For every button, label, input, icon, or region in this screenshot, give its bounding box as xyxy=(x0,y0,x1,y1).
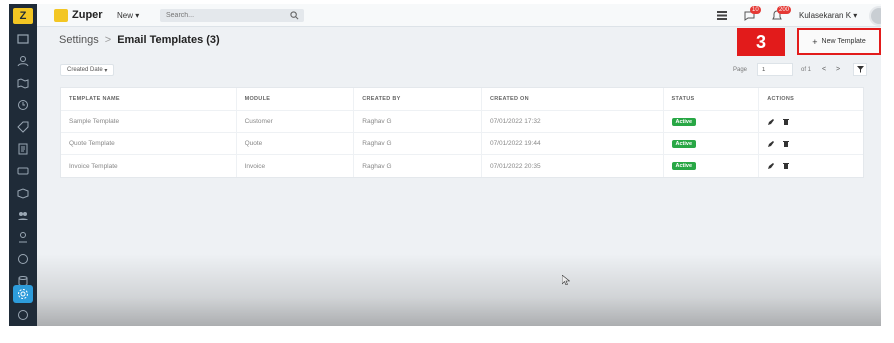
sidebar: Z xyxy=(9,4,37,326)
tag-icon[interactable] xyxy=(13,118,33,136)
module: Customer xyxy=(237,111,355,132)
breadcrumb-settings[interactable]: Settings xyxy=(59,34,99,46)
app-window: Z Zuper New ▾ 10 200 Kulasekara xyxy=(9,4,881,326)
templates-table: TEMPLATE NAME MODULE CREATED BY CREATED … xyxy=(60,87,864,178)
user-menu[interactable]: Kulasekaran K ▾ xyxy=(799,11,857,20)
brand-logo xyxy=(54,9,68,22)
new-menu-button[interactable]: New ▾ xyxy=(117,11,139,20)
search-input[interactable] xyxy=(166,10,276,21)
box-icon[interactable] xyxy=(13,184,33,202)
created-by: Raghav G xyxy=(354,111,482,132)
filter-button[interactable] xyxy=(853,63,867,76)
col-actions: ACTIONS xyxy=(767,96,795,102)
bell-notification[interactable]: 200 xyxy=(770,6,792,22)
edit-icon[interactable] xyxy=(767,118,775,126)
page-input[interactable] xyxy=(757,63,793,76)
list-view-icon[interactable] xyxy=(717,11,727,20)
avatar[interactable] xyxy=(869,6,881,26)
actions-cell xyxy=(759,133,863,154)
page-title: Email Templates (3) xyxy=(117,34,220,46)
col-status[interactable]: STATUS xyxy=(664,88,760,110)
created-on: 07/01/2022 19:44 xyxy=(482,133,664,154)
col-template-name[interactable]: TEMPLATE NAME xyxy=(61,88,237,110)
search-icon[interactable] xyxy=(290,11,299,20)
app-logo[interactable]: Z xyxy=(13,8,33,24)
created-date-filter[interactable]: Created Date ▾ xyxy=(60,64,115,76)
actions-cell xyxy=(759,111,863,132)
next-page-button[interactable]: > xyxy=(833,63,843,76)
col-module[interactable]: MODULE xyxy=(237,88,355,110)
delete-icon[interactable] xyxy=(782,140,790,148)
table-row[interactable]: Invoice Template Invoice Raghav G 07/01/… xyxy=(61,155,863,177)
customers-icon[interactable] xyxy=(13,52,33,70)
breadcrumb-separator: > xyxy=(104,34,112,46)
edit-icon[interactable] xyxy=(767,140,775,148)
status-badge: Active xyxy=(671,162,697,170)
plus-icon: + xyxy=(812,36,818,47)
help-icon[interactable] xyxy=(13,306,33,324)
new-template-button[interactable]: + New Template xyxy=(797,28,881,55)
col-created-by[interactable]: CREATED BY xyxy=(354,88,482,110)
user-name: Kulasekaran K xyxy=(799,11,852,20)
table-row[interactable]: Sample Template Customer Raghav G 07/01/… xyxy=(61,111,863,133)
module: Quote xyxy=(237,133,355,154)
new-menu-label: New xyxy=(117,11,134,20)
table-row[interactable]: Quote Template Quote Raghav G 07/01/2022… xyxy=(61,133,863,155)
created-by: Raghav G xyxy=(354,133,482,154)
invoice-icon[interactable] xyxy=(13,140,33,158)
delete-icon[interactable] xyxy=(782,162,790,170)
settings-icon[interactable] xyxy=(13,285,33,303)
bell-badge: 200 xyxy=(777,6,792,14)
breadcrumb: Settings > Email Templates (3) xyxy=(59,34,220,46)
filter-label: Created Date xyxy=(67,67,103,73)
status-badge: Active xyxy=(671,117,697,126)
status-cell: Active xyxy=(664,111,760,132)
time-icon[interactable] xyxy=(13,250,33,268)
dashboard-icon[interactable] xyxy=(13,30,33,48)
chat-notification[interactable]: 10 xyxy=(743,6,761,22)
delete-icon[interactable] xyxy=(782,118,790,126)
table-header: TEMPLATE NAME MODULE CREATED BY CREATED … xyxy=(61,88,863,111)
template-name[interactable]: Invoice Template xyxy=(61,155,237,177)
status-badge: Active xyxy=(671,139,697,148)
col-created-on[interactable]: CREATED ON xyxy=(482,88,664,110)
map-icon[interactable] xyxy=(13,74,33,92)
step-annotation: 3 xyxy=(737,28,785,56)
prev-page-button[interactable]: < xyxy=(819,63,829,76)
top-bar: Zuper New ▾ 10 200 Kulasekaran K ▾ xyxy=(37,4,881,27)
team-icon[interactable] xyxy=(13,206,33,224)
mouse-cursor-icon xyxy=(562,275,570,285)
main-content: Created Date ▾ Page of 1 < > TEMPLATE NA… xyxy=(49,58,867,326)
clock-icon[interactable] xyxy=(13,96,33,114)
brand-name: Zuper xyxy=(72,9,103,21)
filter-icon xyxy=(856,66,864,73)
created-by: Raghav G xyxy=(354,155,482,177)
page-label: Page xyxy=(732,67,747,73)
user-icon[interactable] xyxy=(13,228,33,246)
page-of: of 1 xyxy=(800,67,811,73)
created-on: 07/01/2022 17:32 xyxy=(482,111,664,132)
chat-badge: 10 xyxy=(750,6,761,14)
pagination: Page of 1 < > xyxy=(707,63,867,76)
actions-cell xyxy=(759,155,863,177)
edit-icon[interactable] xyxy=(767,162,775,170)
new-template-label: New Template xyxy=(821,38,866,45)
status-cell: Active xyxy=(664,133,760,154)
template-name[interactable]: Quote Template xyxy=(61,133,237,154)
template-name[interactable]: Sample Template xyxy=(61,111,237,132)
search-box xyxy=(160,9,304,22)
card-icon[interactable] xyxy=(13,162,33,180)
created-on: 07/01/2022 20:35 xyxy=(482,155,664,177)
status-cell: Active xyxy=(664,155,760,177)
module: Invoice xyxy=(237,155,355,177)
